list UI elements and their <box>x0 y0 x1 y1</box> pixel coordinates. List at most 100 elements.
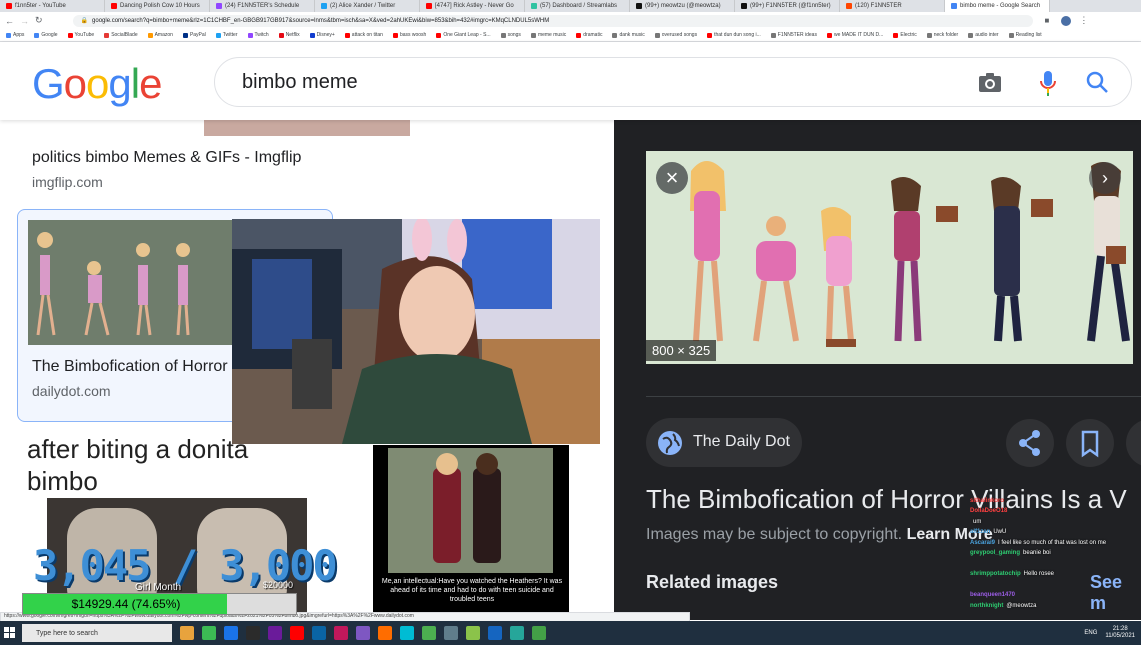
bookmark-label: songs <box>507 32 521 38</box>
close-icon[interactable]: × <box>656 162 688 194</box>
taskbar-app-icon[interactable] <box>532 626 546 640</box>
taskbar-app-icon[interactable] <box>488 626 502 640</box>
taskbar-app-icon[interactable] <box>466 626 480 640</box>
bookmark-label: Disney+ <box>316 32 335 38</box>
bookmark-item[interactable]: songs <box>500 32 521 38</box>
search-icon[interactable] <box>1085 70 1109 94</box>
browser-tab[interactable]: (120) F1NN5TER <box>840 0 945 12</box>
browser-tab[interactable]: [4747] Rick Astley - Never Go <box>420 0 525 12</box>
back-icon[interactable]: ← <box>5 16 14 26</box>
bookmark-item[interactable]: dank music <box>612 32 645 38</box>
bookmark-label: YouTube <box>74 32 95 38</box>
stream-chat-overlay: sithalinkoro DollaDoeO18 um alf1zan UwU Ascar… <box>970 485 1141 625</box>
taskbar-app-icon[interactable] <box>224 626 238 640</box>
result-title[interactable]: The Bimbofication of Horror <box>32 358 228 376</box>
bookmark-item[interactable]: Disney+ <box>309 32 335 38</box>
share-button[interactable] <box>1006 419 1054 467</box>
preview-image[interactable]: › <box>646 151 1133 364</box>
bookmark-item[interactable]: meme music <box>530 32 566 38</box>
bookmark-item[interactable]: YouTube <box>67 32 95 38</box>
bookmark-item[interactable]: we MADE IT DUN D... <box>826 32 883 38</box>
taskbar-app-icon[interactable] <box>378 626 392 640</box>
taskbar-search-input[interactable]: Type here to search <box>22 624 172 642</box>
forward-icon[interactable]: → <box>20 16 29 26</box>
taskbar-app-icon[interactable] <box>180 626 194 640</box>
google-logo[interactable]: Google <box>32 60 162 108</box>
taskbar-clock[interactable]: 21:28 11/05/2021 <box>1105 626 1135 640</box>
extensions-icon[interactable]: ■ <box>1045 16 1050 25</box>
chat-username: DollaDoeO18 <box>970 508 1008 514</box>
taskbar-app-icon[interactable] <box>246 626 260 640</box>
reload-icon[interactable]: ↻ <box>35 15 43 26</box>
bookmark-label: F1NN5TER ideas <box>777 32 817 38</box>
chat-username: shrimppotatochip <box>970 571 1021 577</box>
bookmark-item[interactable]: Electric <box>893 32 917 38</box>
menu-icon[interactable]: ⋮ <box>1079 15 1088 26</box>
result-source[interactable]: imgflip.com <box>32 174 103 190</box>
bookmark-label: SocialBlade <box>111 32 138 38</box>
bookmark-icon <box>67 32 73 38</box>
bookmark-item[interactable]: neck folder <box>926 32 958 38</box>
bookmark-item[interactable]: Twitch <box>247 32 269 38</box>
taskbar-app-icon[interactable] <box>444 626 458 640</box>
bookmark-item[interactable]: Netflix <box>278 32 300 38</box>
taskbar-app-icon[interactable] <box>356 626 370 640</box>
bookmark-item[interactable]: audio inter <box>968 32 999 38</box>
browser-tab[interactable]: Dancing Polish Cow 10 Hours <box>105 0 210 12</box>
bookmark-item[interactable]: overused songs <box>654 32 697 38</box>
next-image-icon[interactable]: › <box>1089 162 1121 194</box>
url-input[interactable]: 🔒 google.com/search?q=bimbo+meme&rlz=1C1… <box>72 14 1033 27</box>
taskbar-app-icon[interactable] <box>400 626 414 640</box>
clock-date: 11/05/2021 <box>1105 633 1135 639</box>
bookmark-item[interactable]: Reading list <box>1008 32 1042 38</box>
bookmark-icon <box>247 32 253 38</box>
bookmark-item[interactable]: Twitter <box>215 32 238 38</box>
bookmark-item[interactable]: dramatic <box>576 32 602 38</box>
language-indicator[interactable]: ENG <box>1084 630 1097 636</box>
browser-tab[interactable]: (99+) meowtzu (@meowtza) <box>630 0 735 12</box>
chat-text: Hello rosee <box>1023 571 1055 577</box>
result-source[interactable]: dailydot.com <box>32 383 111 399</box>
bookmark-icon <box>893 32 899 38</box>
taskbar-app-icon[interactable] <box>268 626 282 640</box>
bookmark-item[interactable]: PayPal <box>182 32 206 38</box>
bookmark-item[interactable]: One Giant Leap - S... <box>436 32 491 38</box>
meme-result-image[interactable]: Me,an intellectual:Have you watched the … <box>373 445 569 620</box>
camera-icon[interactable] <box>978 71 1002 93</box>
bookmark-item[interactable]: SocialBlade <box>104 32 138 38</box>
profile-avatar[interactable] <box>1061 15 1072 26</box>
more-options-button[interactable] <box>1126 419 1141 467</box>
result-thumbnail[interactable] <box>204 120 410 136</box>
webcam-overlay <box>232 219 600 444</box>
bookmark-item[interactable]: Apps <box>6 32 24 38</box>
taskbar-app-icon[interactable] <box>510 626 524 640</box>
search-input[interactable]: bimbo meme <box>242 71 358 94</box>
mic-icon[interactable] <box>1038 69 1058 97</box>
taskbar-app-icon[interactable] <box>312 626 326 640</box>
result-title[interactable]: politics bimbo Memes & GIFs - Imgflip <box>32 149 301 167</box>
browser-tab[interactable]: bimbo meme - Google Search <box>945 0 1050 12</box>
taskbar-app-icon[interactable] <box>290 626 304 640</box>
result-thumbnail[interactable] <box>28 220 233 345</box>
source-chip[interactable]: The Daily Dot <box>646 418 802 467</box>
bookmark-item[interactable]: that dun dun song i... <box>707 32 761 38</box>
save-button[interactable] <box>1066 419 1114 467</box>
taskbar-app-icon[interactable] <box>202 626 216 640</box>
browser-tab[interactable]: (57) Dashboard / Streamlabs <box>525 0 630 12</box>
search-box[interactable]: bimbo meme <box>214 57 1132 107</box>
bookmark-item[interactable]: attack on titan <box>344 32 383 38</box>
browser-tab[interactable]: (2) Alice Xander / Twitter <box>315 0 420 12</box>
bookmark-icon <box>344 32 350 38</box>
browser-tab[interactable]: f1nn5ter - YouTube <box>0 0 105 12</box>
bookmark-item[interactable]: Amazon <box>147 32 173 38</box>
globe-icon <box>658 431 682 455</box>
taskbar-app-icon[interactable] <box>334 626 348 640</box>
tab-favicon-icon <box>6 3 12 9</box>
taskbar-app-icon[interactable] <box>422 626 436 640</box>
browser-tab[interactable]: (24) F1NN5TER's Schedule <box>210 0 315 12</box>
bookmark-item[interactable]: bass woosh <box>392 32 426 38</box>
bookmark-item[interactable]: F1NN5TER ideas <box>770 32 817 38</box>
windows-start-icon[interactable] <box>0 621 20 645</box>
browser-tab[interactable]: (99+) F1NN5TER (@f1nn5ter) <box>735 0 840 12</box>
bookmark-item[interactable]: Google <box>34 32 58 38</box>
